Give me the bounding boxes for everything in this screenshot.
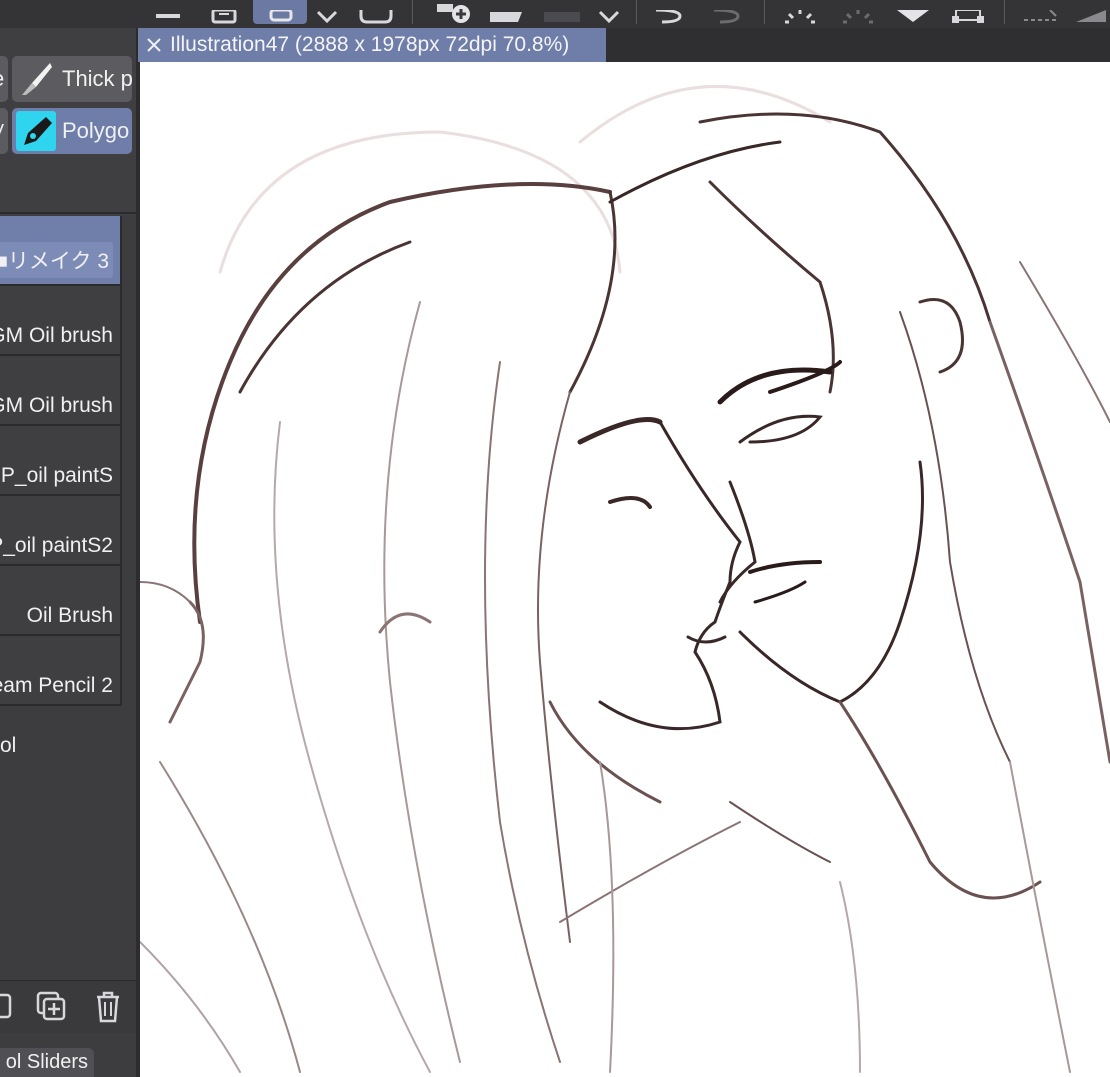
lasso-select-icon[interactable] — [253, 0, 307, 24]
subtool-label: Polygo — [62, 118, 130, 143]
brush-item[interactable]: GM Oil brush — [0, 286, 122, 356]
brush-label: GM Oil brush — [0, 394, 113, 417]
camera-icon[interactable] — [354, 0, 398, 24]
brush-item[interactable]: P_oil paintS — [0, 426, 122, 496]
document-tab[interactable]: Illustration47 (2888 x 1978px 72dpi 70.8… — [138, 28, 606, 62]
pen-nib-icon — [16, 111, 56, 151]
brush-label: Oil Brush — [26, 604, 113, 627]
tool-sliders-tab[interactable]: ol Sliders — [0, 1048, 94, 1077]
menu-icon[interactable] — [150, 0, 186, 24]
main-toolbar — [0, 0, 1110, 29]
brush-label: P_oil paintS — [0, 464, 113, 487]
drawing-canvas[interactable] — [140, 62, 1110, 1077]
transform-icon[interactable] — [946, 0, 990, 24]
brush-label: P_oil paintS2 — [0, 534, 113, 557]
toolbar-separator — [764, 0, 765, 24]
add-copy-icon[interactable] — [36, 991, 68, 1028]
add-layer-icon[interactable] — [428, 0, 474, 24]
color-swatch-icon[interactable] — [540, 0, 584, 24]
close-icon[interactable] — [138, 37, 170, 53]
dashed-select-icon[interactable] — [1018, 0, 1062, 24]
duplicate-icon[interactable] — [0, 991, 12, 1026]
subtool-thick-paint[interactable]: Thick p — [12, 56, 132, 102]
brush-label: ol — [0, 734, 17, 757]
brush-item[interactable]: ■リメイク 3 — [0, 216, 122, 286]
document-title: Illustration47 (2888 x 1978px 72dpi 70.8… — [170, 33, 570, 56]
brush-item[interactable]: Oil Brush — [0, 566, 122, 636]
brush-list: ■リメイク 3 GM Oil brush GM Oil brush P_oil … — [0, 216, 122, 786]
brush-label: GM Oil brush — [0, 324, 113, 347]
chevron-down-icon[interactable] — [312, 0, 342, 24]
tab-label: ol Sliders — [5, 1051, 88, 1073]
loading-icon[interactable] — [838, 0, 878, 24]
subtool-panel: e Thick p V Polygo ■リメイク 3 GM Oil brush … — [0, 28, 138, 1077]
folder-icon[interactable] — [484, 0, 528, 24]
subtool-group: e Thick p V Polygo — [0, 28, 136, 214]
subtool-label: Thick p — [62, 66, 132, 91]
panel-bottom-bar — [0, 980, 136, 1033]
trash-icon[interactable] — [94, 991, 122, 1028]
toolbar-separator — [1004, 0, 1005, 24]
chevron-down-icon[interactable] — [594, 0, 624, 24]
fill-icon[interactable] — [890, 0, 936, 24]
undo-icon[interactable] — [648, 0, 692, 24]
sketch-artwork — [140, 84, 1110, 1073]
new-file-icon[interactable] — [204, 0, 244, 24]
loading-icon[interactable] — [780, 0, 820, 24]
subtool-partial-2[interactable]: V — [0, 108, 8, 154]
ruler-icon[interactable] — [1072, 0, 1110, 24]
subtool-polygon[interactable]: Polygo — [12, 108, 132, 154]
brush-label: eam Pencil 2 — [0, 674, 113, 697]
subtool-partial-label: V — [0, 121, 4, 142]
document-tab-bar: Illustration47 (2888 x 1978px 72dpi 70.8… — [138, 28, 1110, 62]
toolbar-separator — [412, 0, 413, 24]
brush-label: ■リメイク 3 — [0, 242, 113, 278]
brush-item[interactable]: ol — [0, 706, 122, 786]
subtool-partial-label: e — [0, 66, 4, 92]
brush-item[interactable]: P_oil paintS2 — [0, 496, 122, 566]
brush-item[interactable]: eam Pencil 2 — [0, 636, 122, 706]
paint-brush-icon — [16, 59, 56, 99]
brush-item[interactable]: GM Oil brush — [0, 356, 122, 426]
redo-icon[interactable] — [706, 0, 750, 24]
subtool-partial-1[interactable]: e — [0, 56, 8, 102]
toolbar-separator — [636, 0, 637, 24]
